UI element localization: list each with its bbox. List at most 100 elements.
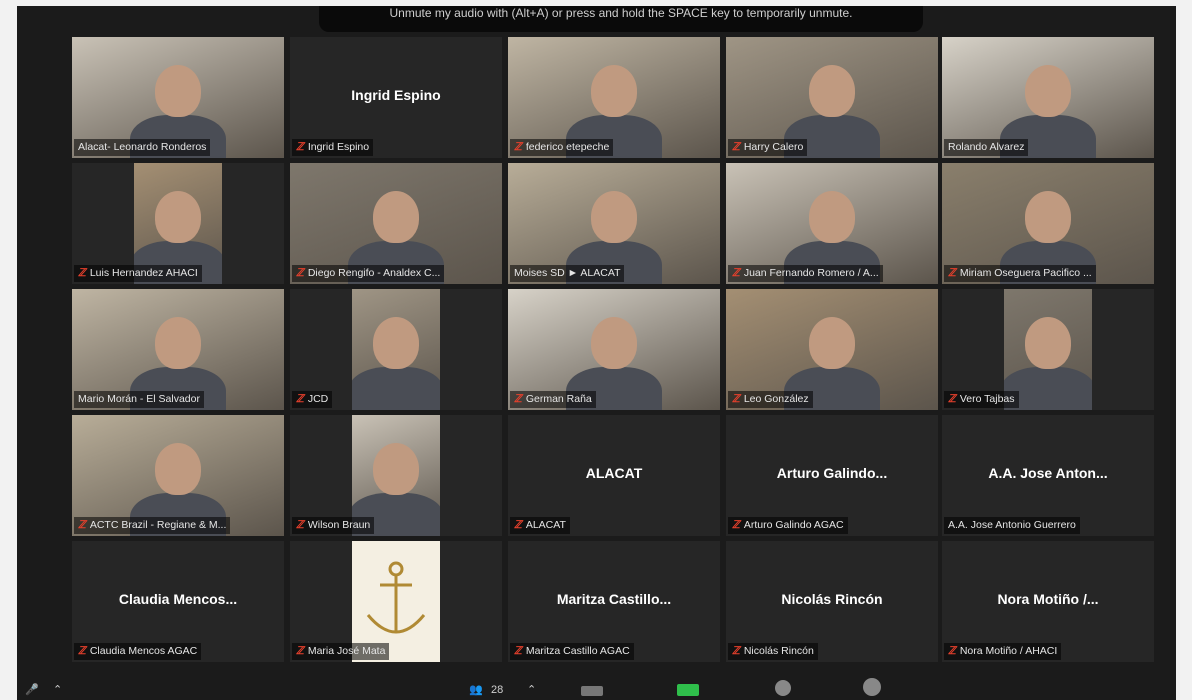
participant-tile[interactable]: ℤ Vero Tajbas (942, 289, 1154, 410)
chat-icon[interactable] (581, 686, 603, 696)
participant-name: Vero Tajbas (959, 393, 1015, 405)
participant-name-label: ℤ Ingrid Espino (292, 139, 374, 156)
participant-tile[interactable]: Nora Motiño /... ℤ Nora Motiño / AHACI (942, 541, 1154, 662)
participant-name-label: ℤ Luis Hernandez AHACI (74, 265, 202, 282)
participant-tile[interactable]: ℤfederico etepeche (508, 37, 720, 158)
participant-name: Nora Motiño / AHACI (959, 645, 1058, 657)
participant-person (1025, 65, 1071, 117)
muted-mic-icon: ℤ (732, 393, 740, 405)
participant-name: German Raña (525, 393, 592, 405)
participant-tile[interactable]: Nicolás Rincón ℤ Nicolás Rincón (726, 541, 938, 662)
participant-name: Diego Rengifo - Analdex C... (307, 267, 441, 279)
participant-tile[interactable]: Rolando Alvarez (942, 37, 1154, 158)
muted-mic-icon: ℤ (514, 519, 522, 531)
muted-mic-icon: ℤ (514, 645, 522, 657)
participant-tile[interactable]: ℤ Luis Hernandez AHACI (72, 163, 284, 284)
participant-tile[interactable]: ℤ JCD (290, 289, 502, 410)
participant-tile[interactable]: ℤ Juan Fernando Romero / A... (726, 163, 938, 284)
participant-tile[interactable]: Mario Morán - El Salvador (72, 289, 284, 410)
participant-name-label: ℤ Claudia Mencos AGAC (74, 643, 202, 660)
share-screen-icon[interactable] (677, 684, 699, 696)
muted-mic-icon: ℤ (78, 519, 86, 531)
participant-name-label: ℤ Nora Motiño / AHACI (944, 643, 1062, 660)
participant-name: Mario Morán - El Salvador (78, 393, 200, 405)
participant-person (591, 65, 637, 117)
participant-name: Moises SD ► ALACAT (514, 267, 621, 279)
participant-tile[interactable]: ℤ Diego Rengifo - Analdex C... (290, 163, 502, 284)
participant-name-label: ℤ Leo González (728, 391, 813, 408)
participants-icon[interactable]: 👥 (469, 683, 483, 696)
zoom-meeting-window: Unmute my audio with (Alt+A) or press an… (17, 6, 1176, 700)
participant-person (155, 65, 201, 117)
participant-tile[interactable]: ℤ ACTC Brazil - Regiane & M... (72, 415, 284, 536)
participant-name-label: ℤ ALACAT (510, 517, 570, 534)
participant-name: JCD (307, 393, 329, 405)
participant-name-label: ℤ JCD (292, 391, 333, 408)
participant-tile[interactable]: ℤ German Raña (508, 289, 720, 410)
participant-name: ACTC Brazil - Regiane & M... (89, 519, 227, 531)
muted-mic-icon: ℤ (78, 267, 86, 279)
muted-mic-icon: ℤ (948, 645, 956, 657)
participants-chevron-icon[interactable]: ⌃ (527, 683, 536, 696)
participant-tile[interactable]: ℤ Maria José Mata (290, 541, 502, 662)
participant-name: Maritza Castillo AGAC (525, 645, 630, 657)
unmute-notice-banner: Unmute my audio with (Alt+A) or press an… (319, 6, 923, 32)
participant-tile[interactable]: ℤ Wilson Braun (290, 415, 502, 536)
participant-name: federico etepeche (525, 141, 610, 153)
participant-name-label: ℤ Maritza Castillo AGAC (510, 643, 634, 660)
participant-display-name: Maritza Castillo... (556, 591, 672, 607)
muted-mic-icon: ℤ (732, 141, 740, 153)
chevron-up-icon[interactable]: ⌃ (53, 683, 62, 696)
mute-icon[interactable]: 🎤 (25, 683, 39, 696)
muted-mic-icon: ℤ (732, 267, 740, 279)
participant-person (373, 191, 419, 243)
participant-name-label: Mario Morán - El Salvador (74, 391, 204, 408)
gallery-grid: Alacat- Leonardo Ronderos Ingrid Espino ℤ I… (72, 37, 1160, 665)
participant-person (591, 317, 637, 369)
participant-name-label: ℤ German Raña (510, 391, 596, 408)
participant-name-label: Rolando Alvarez (944, 139, 1029, 156)
participant-name-label: ℤ Diego Rengifo - Analdex C... (292, 265, 445, 282)
participants-count[interactable]: 28 (491, 684, 503, 696)
participant-tile[interactable]: Claudia Mencos... ℤ Claudia Mencos AGAC (72, 541, 284, 662)
participant-person (155, 317, 201, 369)
participant-name: Luis Hernandez AHACI (89, 267, 198, 279)
participant-name: Juan Fernando Romero / A... (743, 267, 879, 279)
participant-tile[interactable]: Moises SD ► ALACAT (508, 163, 720, 284)
reactions-icon[interactable] (863, 678, 881, 696)
participant-name-label: ℤ Vero Tajbas (944, 391, 1019, 408)
participant-name: Miriam Oseguera Pacifico ... (959, 267, 1092, 279)
participant-name: Arturo Galindo AGAC (743, 519, 844, 531)
participant-display-name: Claudia Mencos... (118, 591, 238, 607)
participant-name: Leo González (743, 393, 809, 405)
participant-person (373, 317, 419, 369)
muted-mic-icon: ℤ (732, 645, 740, 657)
participant-person (1025, 191, 1071, 243)
meeting-toolbar: 🎤 ⌃ 👥 28 ⌃ (17, 668, 1176, 700)
participant-name-label: ℤ Miriam Oseguera Pacifico ... (944, 265, 1096, 282)
participant-tile[interactable]: ℤ Harry Calero (726, 37, 938, 158)
participant-person (155, 443, 201, 495)
participant-tile[interactable]: ℤ Leo González (726, 289, 938, 410)
participant-name-label: ℤ Wilson Braun (292, 517, 375, 534)
participant-tile[interactable]: Maritza Castillo... ℤ Maritza Castillo AGA… (508, 541, 720, 662)
muted-mic-icon: ℤ (948, 267, 956, 279)
participant-tile[interactable]: Alacat- Leonardo Ronderos (72, 37, 284, 158)
record-icon[interactable] (775, 680, 791, 696)
participant-name: Nicolás Rincón (743, 645, 814, 657)
participant-name: Maria José Mata (307, 645, 386, 657)
muted-mic-icon: ℤ (296, 393, 304, 405)
participant-name-label: ℤ Maria José Mata (292, 643, 390, 660)
participant-display-name: Nicolás Rincón (781, 591, 883, 607)
participant-tile[interactable]: Ingrid Espino ℤ Ingrid Espino (290, 37, 502, 158)
participant-tile[interactable]: ALACAT ℤ ALACAT (508, 415, 720, 536)
participant-person (809, 65, 855, 117)
participant-display-name: Nora Motiño /... (997, 591, 1099, 607)
participant-tile[interactable]: Arturo Galindo... ℤ Arturo Galindo AGAC (726, 415, 938, 536)
muted-mic-icon: ℤ (514, 393, 522, 405)
participant-tile[interactable]: A.A. Jose Anton... A.A. Jose Antonio Guer… (942, 415, 1154, 536)
participant-name: Rolando Alvarez (948, 141, 1025, 153)
participant-name: Wilson Braun (307, 519, 371, 531)
participant-tile[interactable]: ℤ Miriam Oseguera Pacifico ... (942, 163, 1154, 284)
participant-person (809, 317, 855, 369)
